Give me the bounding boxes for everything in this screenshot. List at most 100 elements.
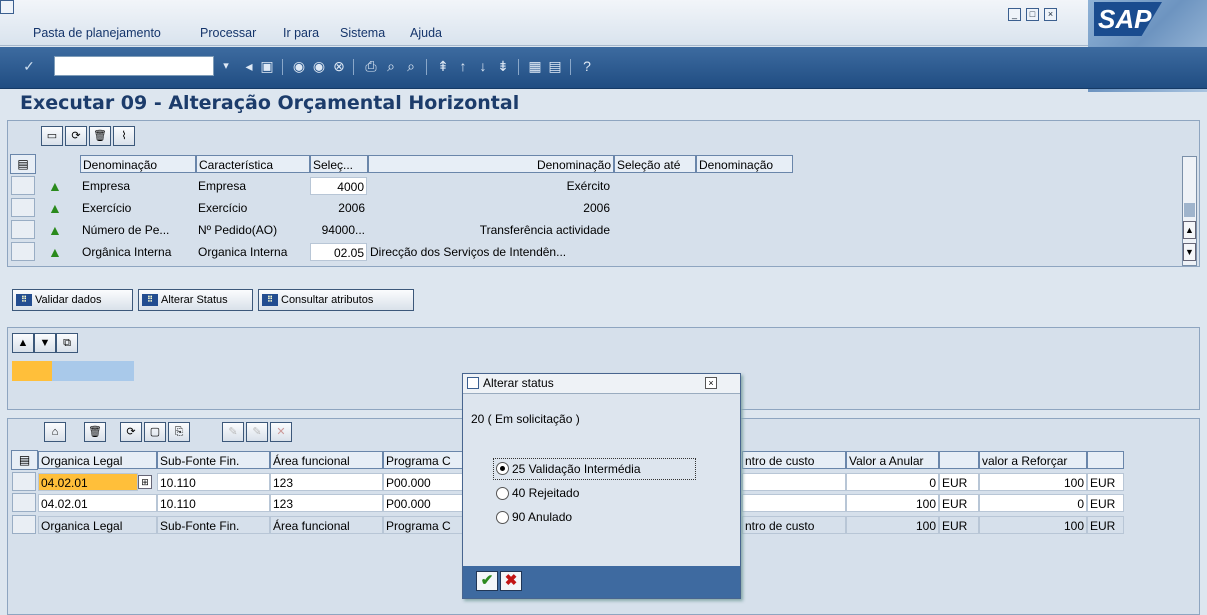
new-session-icon[interactable]: ▦ (526, 57, 544, 75)
arrow-down-icon[interactable]: ▼ (34, 333, 56, 353)
row-selector[interactable] (12, 515, 36, 534)
radio-option-25[interactable]: 25 Validação Intermédia (493, 458, 696, 480)
close-icon[interactable]: × (705, 377, 717, 389)
shortcut-icon[interactable]: ▤ (546, 57, 564, 75)
column-header[interactable]: Denominação (368, 155, 614, 173)
search-help-icon[interactable]: ⊞ (138, 475, 152, 489)
help-icon[interactable]: ? (578, 57, 596, 75)
centro-input[interactable] (742, 494, 846, 512)
next-page-icon[interactable]: ↓ (474, 57, 492, 75)
tab[interactable] (52, 361, 134, 381)
copy-row-icon[interactable]: ⎘ (168, 422, 190, 442)
exit-icon[interactable]: ◉ (310, 57, 328, 75)
column-header[interactable]: Denominação (696, 155, 793, 173)
column-header[interactable]: Denominação (80, 155, 196, 173)
row-selector[interactable] (11, 176, 35, 195)
arrow-up-icon[interactable]: ▲ (12, 333, 34, 353)
column-header[interactable]: Sub-Fonte Fin. (157, 451, 270, 469)
maximize-icon[interactable]: □ (1026, 8, 1039, 21)
cancel-icon[interactable]: ⊗ (330, 57, 348, 75)
scroll-down-icon[interactable]: ▼ (1183, 243, 1196, 261)
previous-page-icon[interactable]: ↑ (454, 57, 472, 75)
minimize-icon[interactable]: _ (1008, 8, 1021, 21)
enter-icon[interactable]: ✓ (20, 57, 38, 75)
column-header[interactable]: Seleção até (614, 155, 696, 173)
row-selector[interactable] (11, 198, 35, 217)
copy-icon[interactable]: ⧉ (56, 333, 78, 353)
area-input[interactable]: 123 (270, 473, 383, 491)
consultar-atributos-button[interactable]: ⠿ Consultar atributos (258, 289, 414, 311)
save-icon[interactable]: ▣ (258, 57, 276, 75)
variant-icon[interactable]: ⌇ (113, 126, 135, 146)
selection-scrollbar[interactable]: ▲ ▼ (1182, 156, 1197, 266)
find-icon[interactable]: ⌕ (382, 57, 400, 75)
valor-reforcar-input[interactable]: 100 (979, 473, 1087, 491)
row-selector[interactable] (12, 493, 36, 512)
selection-tool-icon[interactable]: ▭ (41, 126, 63, 146)
column-header[interactable]: Seleç... (310, 155, 368, 173)
back-arrow-icon[interactable]: ◂ (240, 57, 258, 75)
radio-button[interactable] (496, 511, 509, 524)
column-header[interactable]: Organica Legal (38, 451, 157, 469)
dialog-menu-icon[interactable] (467, 377, 479, 389)
area-input[interactable]: 123 (270, 494, 383, 512)
org-legal-input[interactable]: 04.02.01 (38, 473, 138, 491)
column-header[interactable]: Programa C (383, 451, 463, 469)
scroll-up-icon[interactable]: ▲ (1183, 221, 1196, 239)
menu-sistema[interactable]: Sistema (340, 26, 385, 40)
select-all-icon[interactable]: ▤ (10, 154, 36, 174)
confirm-check-icon[interactable]: ✔ (476, 571, 498, 591)
window-menu-icon[interactable] (0, 0, 14, 14)
fonte-input[interactable]: 10.110 (157, 494, 270, 512)
characteristic-icon: ▲ (48, 222, 62, 238)
row-selector[interactable] (11, 220, 35, 239)
cancel-x-icon[interactable]: ✖ (500, 571, 522, 591)
programa-input[interactable]: P00.000 (383, 473, 463, 491)
last-page-icon[interactable]: ⇟ (494, 57, 512, 75)
detail-icon[interactable]: ⌂ (44, 422, 66, 442)
programa-input[interactable]: P00.000 (383, 494, 463, 512)
sel-value-input[interactable]: 4000 (310, 177, 367, 195)
print-icon[interactable]: ⎙ (362, 57, 380, 75)
column-header[interactable]: Valor a Anular (846, 451, 939, 469)
row-selector[interactable] (12, 472, 36, 491)
menu-ajuda[interactable]: Ajuda (410, 26, 442, 40)
column-header[interactable] (1087, 451, 1124, 469)
command-field[interactable] (54, 56, 214, 76)
new-row-icon[interactable]: ▢ (144, 422, 166, 442)
column-header[interactable]: Característica (196, 155, 310, 173)
delete-icon[interactable]: 🗑 (89, 126, 111, 146)
delete-row-icon[interactable]: 🗑 (84, 422, 106, 442)
radio-option-90[interactable]: 90 Anulado (493, 508, 696, 528)
menu-ir-para[interactable]: Ir para (283, 26, 319, 40)
sel-value-input[interactable]: 02.05 (310, 243, 367, 261)
back-icon[interactable]: ◉ (290, 57, 308, 75)
valor-anular-input[interactable]: 0 (846, 473, 939, 491)
alterar-status-button[interactable]: ⠿ Alterar Status (138, 289, 253, 311)
validar-dados-button[interactable]: ⠿ Validar dados (12, 289, 133, 311)
delete-disabled-icon: ✕ (270, 422, 292, 442)
radio-option-40[interactable]: 40 Rejeitado (493, 484, 696, 504)
menu-processar[interactable]: Processar (200, 26, 256, 40)
radio-button[interactable] (496, 487, 509, 500)
valor-anular-input[interactable]: 100 (846, 494, 939, 512)
selected-tab[interactable] (12, 361, 52, 381)
column-header[interactable] (939, 451, 979, 469)
first-page-icon[interactable]: ⇞ (434, 57, 452, 75)
column-header[interactable]: Área funcional (270, 451, 383, 469)
row-selector[interactable] (11, 242, 35, 261)
radio-button[interactable] (496, 462, 509, 475)
column-header[interactable]: valor a Reforçar (979, 451, 1087, 469)
centro-input[interactable] (742, 473, 846, 491)
select-all-icon[interactable]: ▤ (11, 450, 38, 470)
find-next-icon[interactable]: ⌕ (402, 57, 420, 75)
menu-pasta[interactable]: Pasta de planejamento (33, 26, 161, 40)
column-header[interactable]: ntro de custo (742, 451, 846, 469)
valor-reforcar-input[interactable]: 0 (979, 494, 1087, 512)
refresh-icon[interactable]: ⟳ (65, 126, 87, 146)
org-legal-input[interactable]: 04.02.01 (38, 494, 157, 512)
close-icon[interactable]: × (1044, 8, 1057, 21)
fonte-input[interactable]: 10.110 (157, 473, 270, 491)
command-history-icon[interactable]: ▾ (217, 57, 235, 75)
refresh-grid-icon[interactable]: ⟳ (120, 422, 142, 442)
